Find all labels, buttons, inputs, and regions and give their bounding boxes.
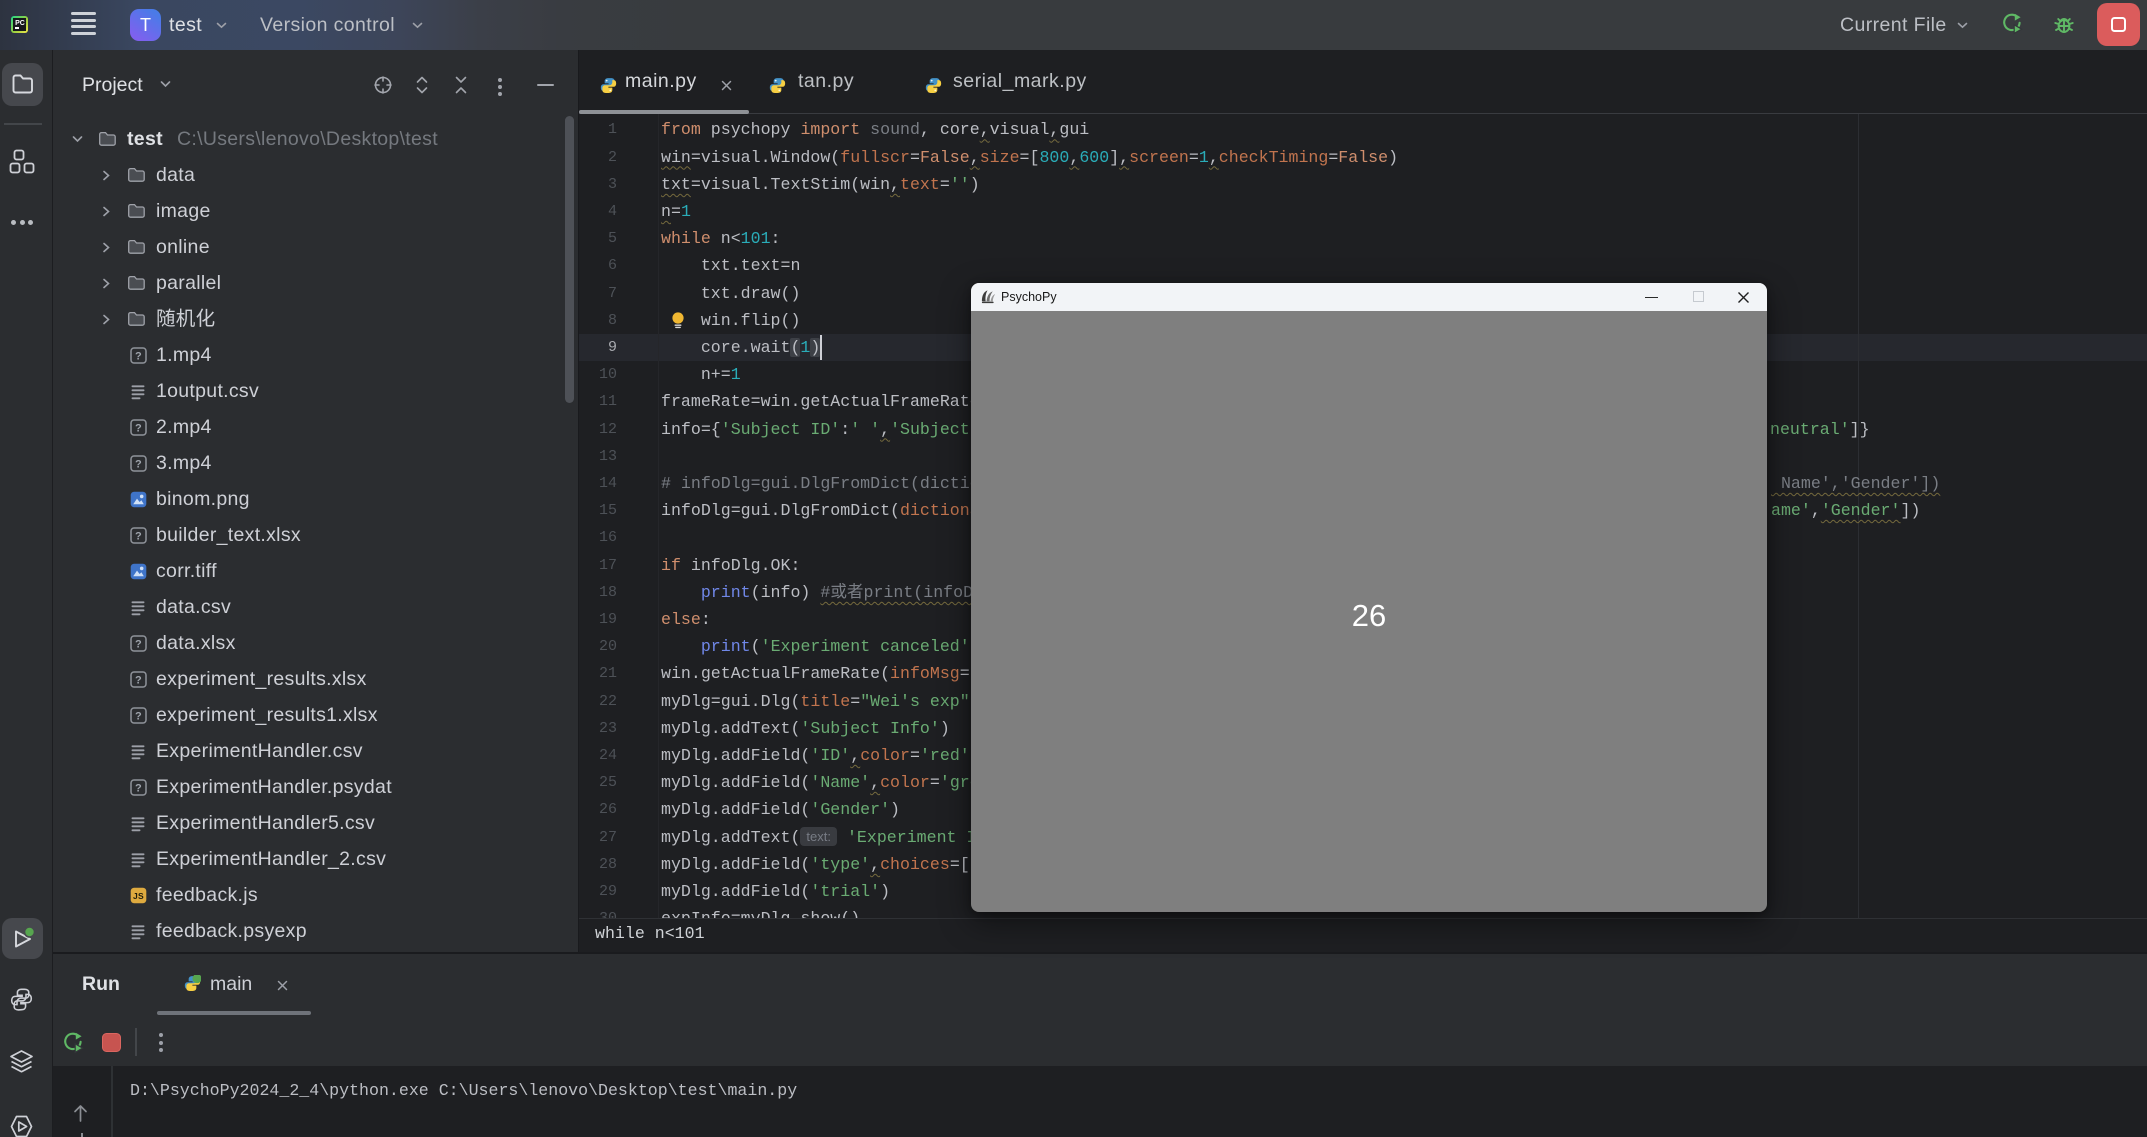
svg-text:?: ? <box>135 782 142 794</box>
svg-text:?: ? <box>135 422 142 434</box>
svg-text:JS: JS <box>133 891 144 901</box>
svg-text:?: ? <box>135 710 142 722</box>
svg-text:?: ? <box>135 674 142 686</box>
svg-text:?: ? <box>135 350 142 362</box>
svg-text:?: ? <box>135 638 142 650</box>
svg-text:?: ? <box>135 458 142 470</box>
svg-text:?: ? <box>135 530 142 542</box>
